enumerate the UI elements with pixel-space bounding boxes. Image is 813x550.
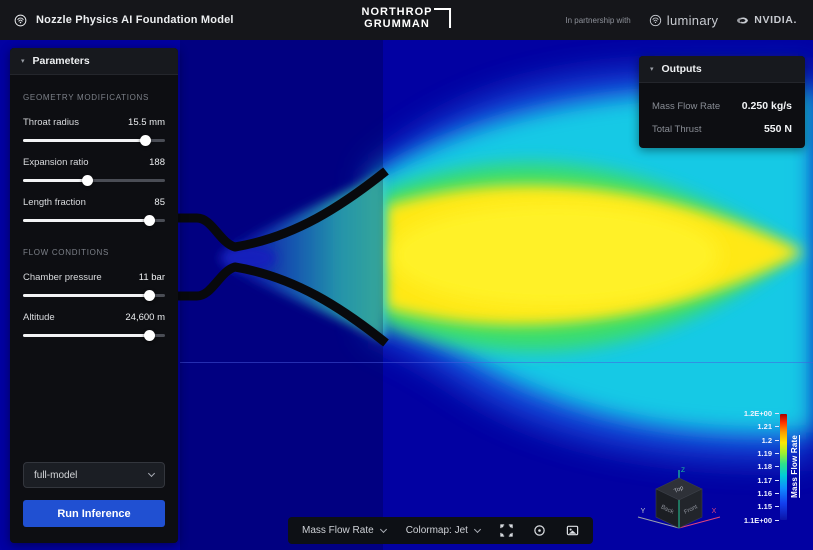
parameters-title: Parameters xyxy=(33,55,90,67)
colorbar-tick: 1.2 xyxy=(744,434,779,447)
output-label: Total Thrust xyxy=(652,124,701,135)
colorbar-tick: 1.17 xyxy=(744,473,779,486)
chevron-down-icon xyxy=(148,470,155,477)
colormap-select[interactable]: Colormap: Jet xyxy=(406,525,480,536)
field-select-value: Mass Flow Rate xyxy=(302,525,374,536)
collapse-caret-icon: ▾ xyxy=(650,66,654,73)
slider-track[interactable] xyxy=(23,294,165,297)
slider-label: Expansion ratio xyxy=(23,157,88,168)
model-select[interactable]: full-model xyxy=(23,462,165,488)
slider-label: Chamber pressure xyxy=(23,272,102,283)
recenter-icon[interactable] xyxy=(533,524,546,537)
outputs-panel-header[interactable]: ▾ Outputs xyxy=(639,56,805,83)
slider-track[interactable] xyxy=(23,219,165,222)
slider-value: 188 xyxy=(149,157,165,168)
screenshot-icon[interactable] xyxy=(566,524,579,537)
field-select[interactable]: Mass Flow Rate xyxy=(302,525,386,536)
slider-length-fraction: Length fraction 85 xyxy=(23,197,165,222)
colorbar-gradient xyxy=(780,414,787,520)
viewport-toolbar: Mass Flow Rate Colormap: Jet xyxy=(288,517,593,544)
luminary-icon xyxy=(649,14,662,27)
slider-value: 85 xyxy=(154,197,165,208)
domain-boundary-line xyxy=(180,362,813,363)
nvidia-eye-icon xyxy=(736,14,749,27)
orientation-gizmo[interactable]: Top Back Front Y X Z xyxy=(630,460,725,538)
chevron-down-icon xyxy=(380,525,387,532)
parameters-panel-header[interactable]: ▾ Parameters xyxy=(10,48,178,75)
ng-line1: NORTHROP xyxy=(362,7,433,19)
gizmo-axis-y: Y xyxy=(641,508,646,515)
header-bar: Nozzle Physics AI Foundation Model NORTH… xyxy=(0,0,813,40)
slider-value: 15.5 mm xyxy=(128,117,165,128)
slider-thumb[interactable] xyxy=(140,135,151,146)
slider-label: Length fraction xyxy=(23,197,86,208)
colorbar-tick: 1.16 xyxy=(744,487,779,500)
slider-track[interactable] xyxy=(23,179,165,182)
nvidia-logo: NVIDIA. xyxy=(736,14,797,27)
colorbar-tick: 1.1E+00 xyxy=(744,513,779,526)
luminary-logo: luminary xyxy=(649,13,719,28)
app-title: Nozzle Physics AI Foundation Model xyxy=(36,14,234,26)
slider-track[interactable] xyxy=(23,139,165,142)
slider-track[interactable] xyxy=(23,334,165,337)
colormap-select-value: Colormap: Jet xyxy=(406,525,468,536)
colorbar-tick: 1.2E+00 xyxy=(744,407,779,420)
nvidia-wordmark: NVIDIA. xyxy=(754,14,797,26)
colorbar: 1.2E+00 1.21 1.2 1.19 1.18 1.17 1.16 1.1… xyxy=(744,407,799,527)
run-inference-button[interactable]: Run Inference xyxy=(23,500,165,527)
slider-expansion-ratio: Expansion ratio 188 xyxy=(23,157,165,182)
model-select-value: full-model xyxy=(34,470,77,481)
luminary-wordmark: luminary xyxy=(667,13,719,28)
slider-chamber-pressure: Chamber pressure 11 bar xyxy=(23,272,165,297)
slider-altitude: Altitude 24,600 m xyxy=(23,312,165,337)
output-value: 0.250 kg/s xyxy=(742,100,792,112)
slider-thumb[interactable] xyxy=(144,215,155,226)
output-row-total-thrust: Total Thrust 550 N xyxy=(652,123,792,135)
slider-label: Throat radius xyxy=(23,117,79,128)
gizmo-axis-z: Z xyxy=(681,467,685,474)
output-value: 550 N xyxy=(764,123,792,135)
outputs-title: Outputs xyxy=(662,63,702,75)
fullscreen-icon[interactable] xyxy=(500,524,513,537)
collapse-caret-icon: ▾ xyxy=(21,58,25,65)
chevron-down-icon xyxy=(474,525,481,532)
output-row-mass-flow-rate: Mass Flow Rate 0.250 kg/s xyxy=(652,100,792,112)
ng-line2: GRUMMAN xyxy=(362,19,433,31)
slider-value: 11 bar xyxy=(139,272,165,283)
output-label: Mass Flow Rate xyxy=(652,101,720,112)
slider-throat-radius: Throat radius 15.5 mm xyxy=(23,117,165,142)
colorbar-title: Mass Flow Rate xyxy=(790,435,799,498)
ng-bracket-mark xyxy=(434,8,451,28)
slider-thumb[interactable] xyxy=(144,290,155,301)
gizmo-axis-x: X xyxy=(712,508,717,515)
colorbar-tick: 1.18 xyxy=(744,460,779,473)
app-logo-icon xyxy=(14,14,27,27)
app-window: Nozzle Physics AI Foundation Model NORTH… xyxy=(0,0,813,550)
colorbar-ticks: 1.2E+00 1.21 1.2 1.19 1.18 1.17 1.16 1.1… xyxy=(744,407,779,527)
section-flow-conditions: FLOW CONDITIONS xyxy=(23,248,165,257)
slider-thumb[interactable] xyxy=(82,175,93,186)
section-geometry-modifications: GEOMETRY MODIFICATIONS xyxy=(23,93,165,102)
slider-value: 24,600 m xyxy=(125,312,165,323)
partnership-label: In partnership with xyxy=(565,16,630,25)
colorbar-tick: 1.21 xyxy=(744,420,779,433)
colorbar-tick: 1.15 xyxy=(744,500,779,513)
colorbar-tick: 1.19 xyxy=(744,447,779,460)
slider-label: Altitude xyxy=(23,312,55,323)
outputs-panel: ▾ Outputs Mass Flow Rate 0.250 kg/s Tota… xyxy=(639,56,805,148)
parameters-panel: ▾ Parameters GEOMETRY MODIFICATIONS Thro… xyxy=(10,48,178,543)
northrop-grumman-logo: NORTHROP GRUMMAN xyxy=(362,7,452,30)
